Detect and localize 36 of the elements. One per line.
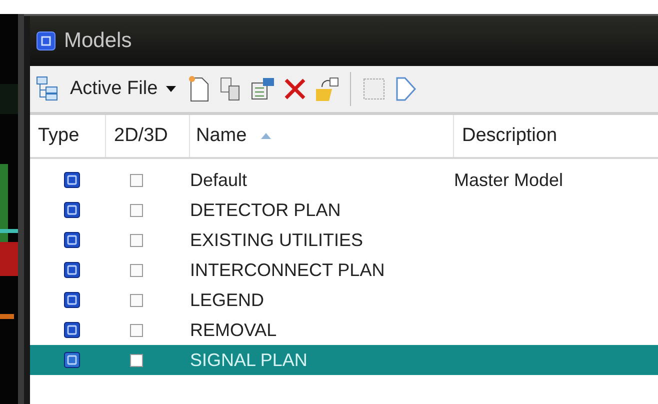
sort-icon bbox=[260, 133, 271, 139]
source-dropdown[interactable]: Active File bbox=[66, 78, 180, 100]
window-title: Models bbox=[64, 29, 132, 53]
checkbox[interactable] bbox=[130, 204, 143, 216]
checkbox[interactable] bbox=[130, 174, 143, 186]
model-icon bbox=[64, 172, 80, 188]
open-folder-icon[interactable] bbox=[314, 75, 340, 103]
model-row[interactable]: SIGNAL PLAN bbox=[30, 345, 658, 375]
checkbox[interactable] bbox=[130, 324, 143, 336]
table-cell-text: SIGNAL PLAN bbox=[190, 350, 308, 370]
model-icon bbox=[64, 352, 80, 368]
model-row[interactable]: LEGEND bbox=[30, 285, 658, 315]
checkbox[interactable] bbox=[130, 234, 143, 246]
table-cell-text: DETECTOR PLAN bbox=[190, 200, 342, 220]
model-row[interactable]: REMOVAL bbox=[30, 315, 658, 345]
table-cell-text: LEGEND bbox=[190, 290, 266, 310]
model-row[interactable]: Default Master Model bbox=[30, 165, 658, 195]
model-row[interactable]: INTERCONNECT PLAN bbox=[30, 255, 658, 285]
checkbox[interactable] bbox=[130, 354, 143, 366]
tree-icon[interactable] bbox=[36, 76, 60, 102]
window-icon bbox=[36, 31, 56, 51]
checkbox[interactable] bbox=[130, 264, 143, 276]
model-icon bbox=[64, 322, 80, 338]
model-row[interactable]: DETECTOR PLAN bbox=[30, 195, 658, 225]
table-cell-text: REMOVAL bbox=[190, 320, 278, 340]
model-icon bbox=[64, 262, 80, 278]
model-icon bbox=[64, 292, 80, 308]
checkbox[interactable] bbox=[130, 294, 143, 306]
table-cell-text: EXISTING UTILITIES bbox=[190, 230, 364, 250]
model-icon bbox=[64, 232, 80, 248]
model-icon bbox=[64, 202, 80, 218]
table-cell-text: Default bbox=[190, 170, 248, 190]
model-row[interactable]: EXISTING UTILITIES bbox=[30, 225, 658, 255]
caret-icon bbox=[166, 86, 176, 92]
table-cell-text: Master Model bbox=[454, 170, 564, 190]
table-cell-text: INTERCONNECT PLAN bbox=[190, 260, 386, 280]
